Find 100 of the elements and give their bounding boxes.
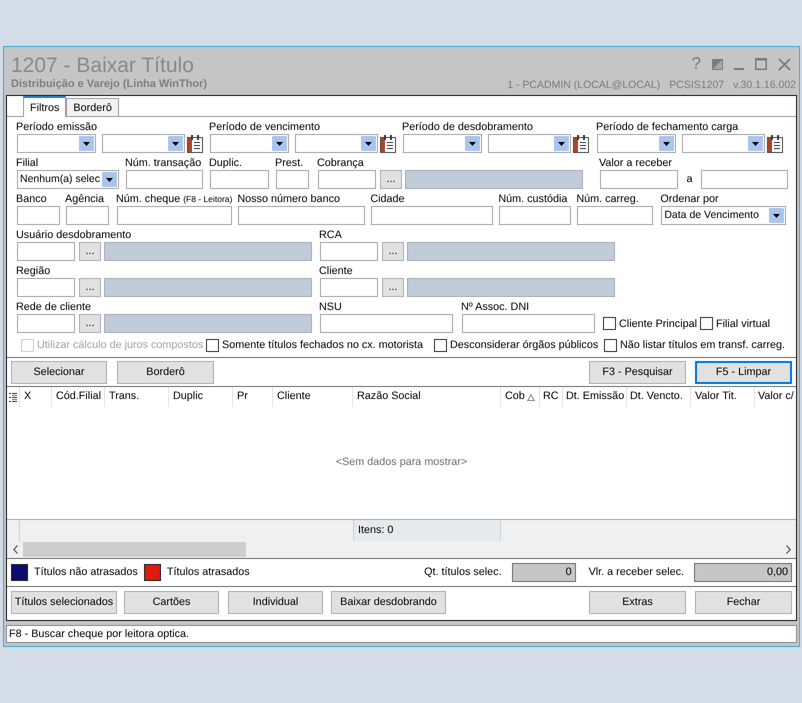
field-label: Cidade — [370, 192, 405, 206]
caret-icon[interactable] — [79, 136, 94, 151]
column-header[interactable]: Cob — [501, 387, 540, 407]
caret-icon[interactable] — [769, 208, 784, 223]
column-header[interactable]: Valor c/ — [755, 387, 796, 407]
individual-button[interactable]: Individual — [228, 591, 323, 614]
caret-icon[interactable] — [659, 136, 674, 151]
text-field[interactable] — [210, 170, 269, 189]
column-header[interactable]: Cód.Filial — [52, 387, 105, 407]
chevron-right-icon[interactable] — [786, 545, 791, 554]
window-title: 1207 - Baixar Título — [11, 54, 195, 78]
split-payment-button[interactable]: Baixar desdobrando — [331, 591, 446, 614]
caret-icon[interactable] — [361, 136, 376, 151]
checkbox[interactable] — [604, 338, 617, 352]
text-field[interactable] — [17, 206, 60, 225]
lookup-button[interactable]: ... — [380, 170, 402, 189]
text-field[interactable] — [66, 206, 109, 225]
column-header[interactable]: Duplic — [169, 387, 233, 407]
maximize-icon[interactable] — [755, 58, 767, 70]
field-label: Duplic. — [209, 156, 242, 170]
checkbox[interactable] — [603, 317, 616, 330]
text-field[interactable] — [238, 206, 366, 225]
tab[interactable]: Borderô — [66, 98, 119, 116]
column-header[interactable]: Dt. Emissão — [563, 387, 627, 407]
dock-icon[interactable] — [712, 58, 723, 70]
text-field[interactable] — [600, 170, 678, 189]
lookup-button[interactable]: ... — [382, 242, 404, 261]
caret-icon[interactable] — [748, 136, 763, 151]
checkbox[interactable] — [206, 338, 219, 352]
field-label: RCA — [319, 228, 342, 242]
code-field[interactable] — [17, 314, 75, 333]
code-field[interactable] — [318, 170, 376, 189]
text-field[interactable] — [276, 170, 309, 189]
caret-icon[interactable] — [465, 136, 480, 151]
field-label: Núm. cheque (F8 - Leitora) — [116, 192, 232, 206]
text-field[interactable] — [371, 206, 494, 225]
lookup-button[interactable]: ... — [79, 314, 101, 333]
item-count: Itens: 0 — [353, 520, 501, 541]
text-field[interactable] — [126, 170, 203, 189]
dropdown-field[interactable]: Data de Vencimento — [661, 206, 786, 225]
select-button[interactable]: Selecionar — [11, 361, 107, 384]
search-button[interactable]: F3 - Pesquisar — [589, 361, 686, 384]
calendar-icon[interactable] — [573, 134, 589, 152]
scrollbar-track[interactable] — [7, 541, 796, 558]
column-header[interactable]: Pr — [233, 387, 273, 407]
field-label: Prest. — [275, 156, 304, 170]
text-field[interactable] — [320, 314, 453, 333]
empty-message: <Sem dados para mostrar> — [336, 456, 468, 470]
tab[interactable]: Filtros — [23, 96, 66, 117]
legend-label: Títulos atrasados — [166, 566, 250, 580]
total-field: 0,00 — [694, 563, 792, 582]
code-field[interactable] — [17, 278, 75, 297]
checkbox[interactable] — [700, 317, 713, 330]
bordero-button[interactable]: Borderô — [117, 361, 214, 384]
lookup-button[interactable]: ... — [79, 242, 101, 261]
column-header[interactable]: Trans. — [105, 387, 169, 407]
caret-icon[interactable] — [272, 136, 287, 151]
scrollbar-thumb[interactable] — [23, 542, 246, 557]
calendar-icon[interactable] — [380, 134, 396, 152]
field-label: Ordenar por — [660, 192, 719, 206]
text-field[interactable] — [577, 206, 654, 225]
text-field[interactable] — [701, 170, 788, 189]
checkbox[interactable] — [434, 338, 447, 352]
column-header[interactable]: Valor Tit. — [691, 387, 755, 407]
field-label: Núm. custódia — [498, 192, 568, 206]
cards-button[interactable]: Cartões — [124, 591, 219, 614]
chevron-left-icon[interactable] — [13, 545, 18, 554]
user-info: 1 - PCADMIN (LOCAL@LOCAL) — [507, 79, 660, 91]
column-header[interactable]: X — [20, 387, 52, 407]
calendar-icon[interactable] — [767, 134, 783, 152]
code-field[interactable] — [320, 242, 378, 261]
list-icon[interactable] — [9, 392, 17, 402]
text-field[interactable] — [117, 206, 232, 225]
selected-titles-button[interactable]: Títulos selecionados — [11, 591, 117, 614]
column-header[interactable]: Dt. Vencto. — [627, 387, 691, 407]
code-field[interactable] — [320, 278, 378, 297]
field-label: Valor a receber — [599, 156, 672, 170]
column-header[interactable]: Razão Social — [353, 387, 501, 407]
calendar-icon[interactable] — [187, 134, 203, 152]
dropdown-field[interactable]: Nenhum(a) selec — [17, 170, 119, 189]
field-label: Banco — [16, 192, 47, 206]
column-header[interactable]: RC — [540, 387, 563, 407]
field-label: Nosso número banco — [237, 192, 340, 206]
extras-button[interactable]: Extras — [589, 591, 686, 614]
checkbox-label: Cliente Principal — [619, 316, 698, 330]
lookup-button[interactable]: ... — [79, 278, 101, 297]
program-code: PCSIS1207 — [669, 79, 724, 91]
caret-icon[interactable] — [554, 136, 569, 151]
checkbox-label: Não listar títulos em transf. carreg. — [620, 338, 786, 352]
text-field[interactable] — [462, 314, 595, 333]
close-icon[interactable] — [778, 58, 791, 70]
close-button[interactable]: Fechar — [695, 591, 792, 614]
column-header[interactable]: Cliente — [273, 387, 353, 407]
caret-icon[interactable] — [102, 172, 117, 187]
text-field[interactable] — [499, 206, 572, 225]
lookup-button[interactable]: ... — [382, 278, 404, 297]
code-field[interactable] — [17, 242, 75, 261]
caret-icon[interactable] — [168, 136, 183, 151]
clear-button[interactable]: F5 - Limpar — [695, 361, 792, 384]
field-label: Cobrança — [317, 156, 364, 170]
